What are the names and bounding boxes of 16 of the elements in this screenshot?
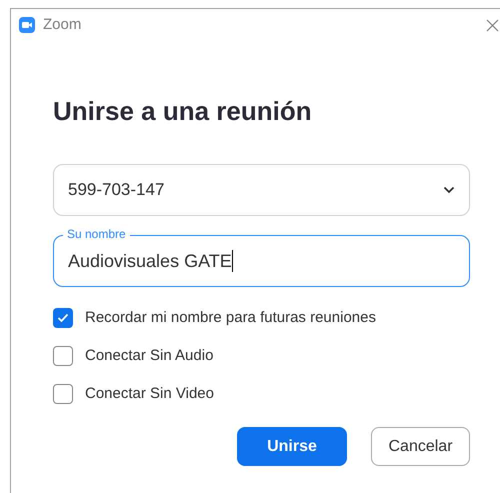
video-camera-icon: [19, 17, 35, 33]
field-label: Su nombre: [63, 227, 130, 241]
dialog-heading: Unirse a una reunión: [53, 95, 313, 128]
checkmark-icon: [57, 313, 69, 323]
checkbox[interactable]: [53, 346, 73, 366]
cancel-button[interactable]: Cancelar: [371, 427, 470, 466]
meeting-id-dropdown[interactable]: 599-703-147: [53, 164, 470, 216]
window-title: Zoom: [43, 14, 82, 35]
join-button[interactable]: Unirse: [237, 427, 347, 466]
chevron-down-icon: [443, 186, 455, 194]
checkbox-label: Recordar mi nombre para futuras reuniones: [85, 308, 376, 328]
close-icon[interactable]: [486, 18, 500, 32]
checkbox[interactable]: [53, 308, 73, 328]
checkbox-label: Conectar Sin Audio: [85, 346, 214, 366]
checkbox-label: Conectar Sin Video: [85, 384, 214, 404]
checkbox[interactable]: [53, 384, 73, 404]
